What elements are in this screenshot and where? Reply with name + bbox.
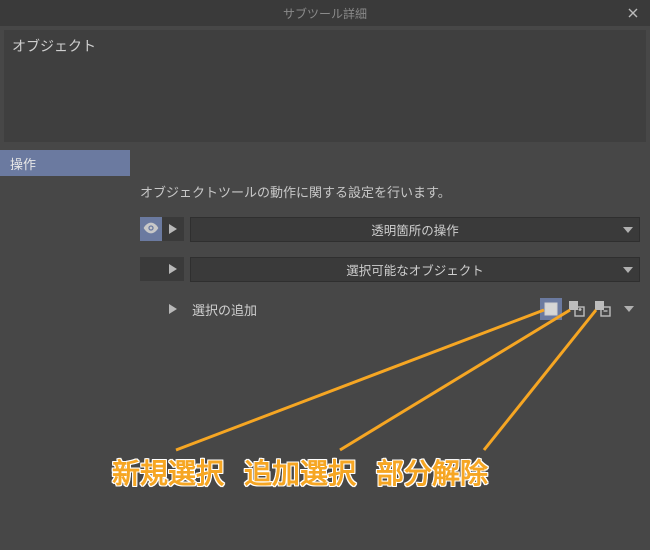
dropdown-label: 透明箇所の操作 [371, 220, 459, 239]
visibility-toggle[interactable] [140, 217, 162, 241]
dropdown-transparent-operation[interactable]: 透明箇所の操作 [190, 217, 640, 242]
category-tabs: 操作 [0, 150, 650, 176]
triangle-right-icon [169, 302, 177, 317]
option-row-selectable-objects: 選択可能なオブジェクト [0, 255, 650, 283]
window-title: サブツール詳細 [283, 5, 367, 22]
selection-mode-group [540, 298, 640, 320]
chevron-down-icon [623, 262, 633, 276]
close-button[interactable] [616, 0, 650, 26]
annotation-new-selection: 新規選択 [112, 452, 224, 492]
annotation-add-selection: 追加選択 [244, 452, 356, 492]
dropdown-selectable-objects[interactable]: 選択可能なオブジェクト [190, 257, 640, 282]
triangle-right-icon [169, 222, 177, 237]
mode-add-selection[interactable] [566, 298, 588, 320]
category-description: オブジェクトツールの動作に関する設定を行います。 [0, 176, 650, 215]
tab-operation[interactable]: 操作 [0, 150, 130, 176]
option-row-transparent-operation: 透明箇所の操作 [0, 215, 650, 243]
mode-subtract-selection[interactable] [592, 298, 614, 320]
option-label-selection-add: 選択の追加 [190, 300, 534, 319]
title-bar: サブツール詳細 [0, 0, 650, 26]
mode-dropdown[interactable] [618, 298, 640, 320]
chevron-down-icon [623, 222, 633, 236]
visibility-toggle[interactable] [140, 257, 162, 281]
subtool-name: オブジェクト [12, 38, 96, 54]
dropdown-label: 選択可能なオブジェクト [346, 260, 484, 279]
expand-toggle[interactable] [162, 217, 184, 241]
tab-label: 操作 [10, 154, 36, 173]
mode-new-selection[interactable] [540, 298, 562, 320]
eye-icon [143, 222, 159, 237]
annotation-labels: 新規選択 追加選択 部分解除 [112, 452, 488, 492]
subtool-name-area[interactable]: オブジェクト [4, 30, 646, 142]
expand-toggle[interactable] [162, 257, 184, 281]
annotation-subtract-selection: 部分解除 [376, 452, 488, 492]
expand-toggle[interactable] [162, 297, 184, 321]
option-row-selection-add: 選択の追加 [0, 295, 650, 323]
triangle-right-icon [169, 262, 177, 277]
visibility-toggle[interactable] [140, 297, 162, 321]
